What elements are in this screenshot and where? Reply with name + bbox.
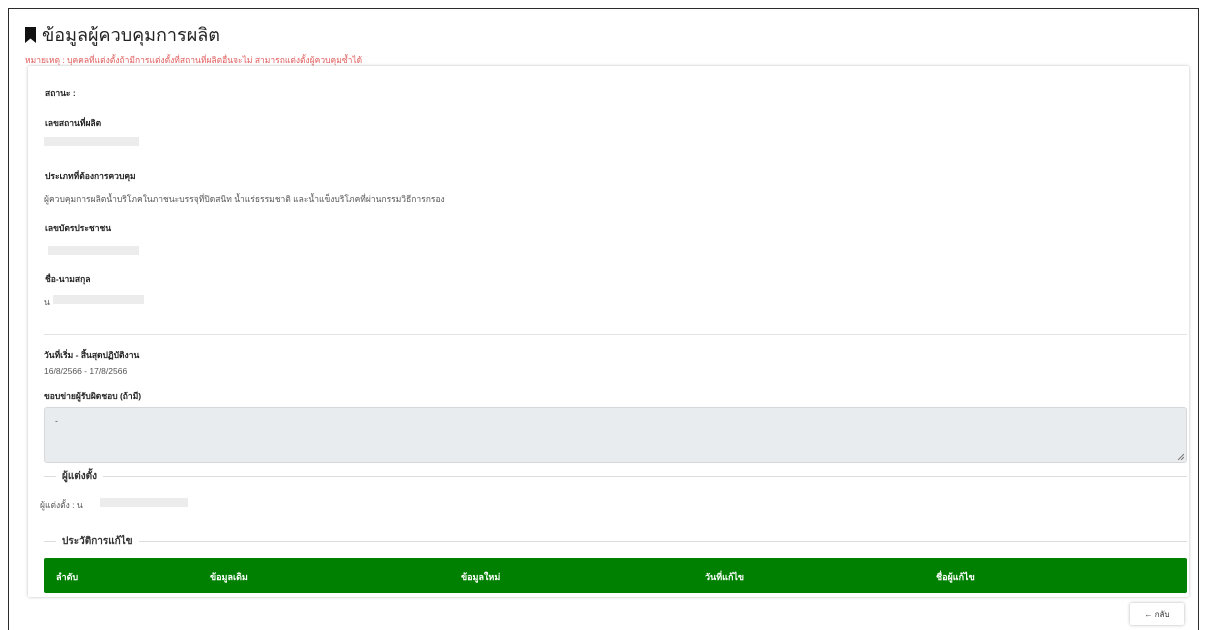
page-frame: ข้อมูลผู้ควบคุมการผลิต หมายเหตุ : บุคคลท… bbox=[8, 8, 1199, 630]
legend-line bbox=[44, 476, 56, 477]
control-type-label: ประเภทที่ต้องการควบคุม bbox=[45, 171, 136, 181]
history-section-title: ประวัติการแก้ไข bbox=[62, 536, 133, 547]
page-title-text: ข้อมูลผู้ควบคุมการผลิต bbox=[42, 25, 220, 45]
detail-card: สถานะ : เลขสถานที่ผลิต ประเภทที่ต้องการค… bbox=[28, 66, 1189, 597]
column-header-editor-name[interactable]: ชื่อผู้แก้ไข bbox=[936, 570, 975, 584]
period-label: วันที่เริ่ม - สิ้นสุดปฏิบัติงาน bbox=[44, 350, 140, 360]
column-header-new-data[interactable]: ข้อมูลใหม่ bbox=[461, 570, 500, 584]
name-label: ชื่อ-นามสกุล bbox=[45, 274, 91, 284]
note-text: หมายเหตุ : บุคคลที่แต่งตั้งถ้ามีการแต่งต… bbox=[25, 55, 363, 65]
appointer-value-redacted bbox=[100, 498, 188, 507]
legend-line bbox=[44, 541, 56, 542]
back-button[interactable]: ← กลับ bbox=[1130, 603, 1184, 625]
column-header-edit-date[interactable]: วันที่แก้ไข bbox=[705, 570, 744, 584]
appointer-legend: ผู้แต่งตั้ง bbox=[44, 469, 1187, 484]
resize-handle-icon[interactable] bbox=[1177, 453, 1184, 460]
appointer-section-title: ผู้แต่งตั้ง bbox=[62, 471, 98, 482]
scope-textarea[interactable]: - bbox=[44, 407, 1187, 463]
scope-textarea-value: - bbox=[55, 416, 58, 426]
site-no-value-redacted bbox=[44, 137, 139, 146]
page-title: ข้อมูลผู้ควบคุมการผลิต bbox=[25, 20, 220, 49]
section-divider bbox=[44, 334, 1187, 335]
control-type-value: ผู้ควบคุมการผลิตน้ำบริโภคในภาชนะบรรจุที่… bbox=[44, 194, 445, 204]
status-label: สถานะ : bbox=[45, 88, 76, 98]
name-value-redacted bbox=[53, 295, 144, 304]
id-card-label: เลขบัตรประชาชน bbox=[45, 223, 112, 233]
bookmark-icon bbox=[25, 26, 36, 43]
period-value: 16/8/2566 - 17/8/2566 bbox=[44, 366, 128, 376]
column-header-order[interactable]: ลำดับ bbox=[56, 570, 78, 584]
legend-line bbox=[138, 541, 1187, 542]
id-card-value-redacted bbox=[48, 246, 139, 255]
appointer-value-prefix: ผู้แต่งตั้ง : น bbox=[40, 500, 83, 510]
scope-label: ขอบข่ายผู้รับผิดชอบ (ถ้ามี) bbox=[44, 391, 142, 401]
column-header-old-data[interactable]: ข้อมูลเดิม bbox=[210, 570, 248, 584]
site-no-label: เลขสถานที่ผลิต bbox=[45, 118, 102, 128]
name-value-prefix: น bbox=[44, 297, 50, 307]
legend-line bbox=[103, 476, 1187, 477]
history-legend: ประวัติการแก้ไข bbox=[44, 534, 1187, 549]
history-table-header: ลำดับ ข้อมูลเดิม ข้อมูลใหม่ วันที่แก้ไข … bbox=[44, 558, 1187, 593]
